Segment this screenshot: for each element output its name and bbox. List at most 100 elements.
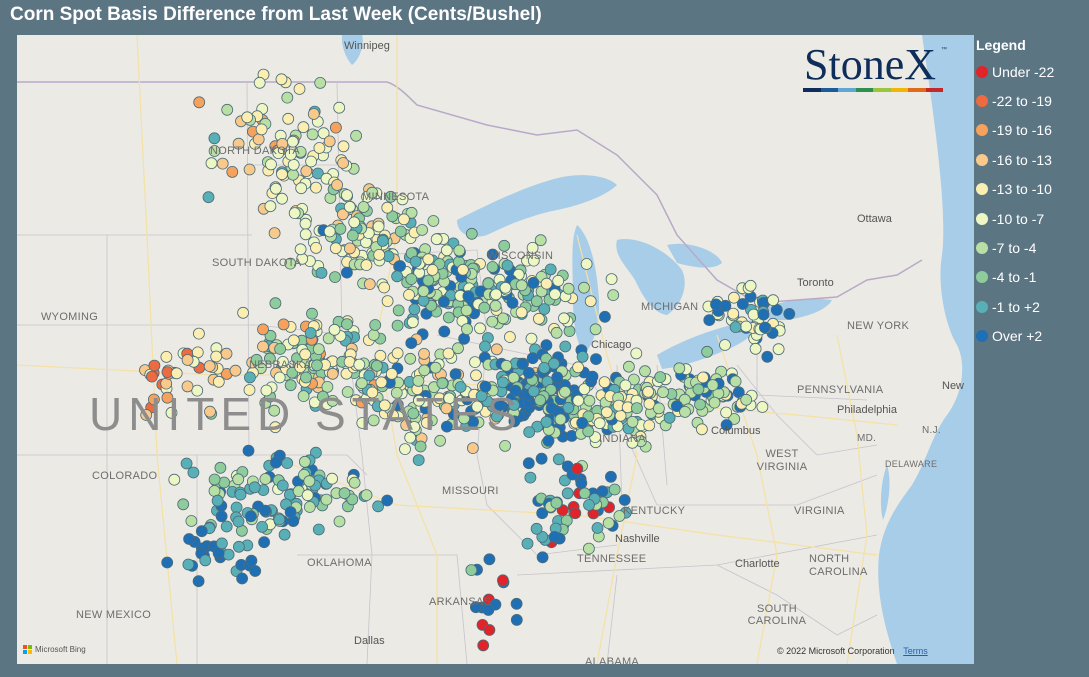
map-data-point[interactable] xyxy=(245,554,258,567)
map-data-point[interactable] xyxy=(465,564,478,576)
map-data-point[interactable] xyxy=(274,343,287,355)
map-data-point[interactable] xyxy=(639,365,651,378)
map-data-point[interactable] xyxy=(232,473,245,486)
map-data-point[interactable] xyxy=(234,488,247,501)
map-data-point[interactable] xyxy=(259,504,272,517)
map-data-point[interactable] xyxy=(333,515,346,528)
map-data-point[interactable] xyxy=(438,325,451,338)
map-data-point[interactable] xyxy=(767,294,779,307)
map-data-point[interactable] xyxy=(215,537,228,550)
map-data-point[interactable] xyxy=(460,304,473,317)
map-data-point[interactable] xyxy=(391,270,404,283)
map-data-point[interactable] xyxy=(701,345,713,358)
map-data-point[interactable] xyxy=(210,350,223,363)
map-data-point[interactable] xyxy=(576,416,589,429)
map-data-point[interactable] xyxy=(212,547,225,560)
map-data-point[interactable] xyxy=(458,332,471,345)
map-data-point[interactable] xyxy=(331,179,344,191)
map-data-point[interactable] xyxy=(535,452,548,465)
map-data-point[interactable] xyxy=(692,383,705,396)
map-data-point[interactable] xyxy=(418,364,431,377)
map-data-point[interactable] xyxy=(310,241,322,254)
map-data-point[interactable] xyxy=(276,168,288,181)
map-data-point[interactable] xyxy=(483,553,496,566)
map-data-point[interactable] xyxy=(586,370,599,383)
map-data-point[interactable] xyxy=(527,276,540,289)
map-data-point[interactable] xyxy=(499,439,512,452)
map-data-point[interactable] xyxy=(328,323,341,336)
map-data-point[interactable] xyxy=(148,359,161,372)
map-data-point[interactable] xyxy=(510,614,523,626)
map-data-point[interactable] xyxy=(265,158,277,171)
map-data-point[interactable] xyxy=(270,456,282,469)
map-data-point[interactable] xyxy=(256,520,269,533)
map-data-point[interactable] xyxy=(626,415,639,428)
map-data-point[interactable] xyxy=(572,394,585,407)
map-data-point[interactable] xyxy=(490,343,503,356)
map-data-point[interactable] xyxy=(414,440,427,453)
map-data-point[interactable] xyxy=(696,423,708,436)
map-data-point[interactable] xyxy=(490,288,502,301)
legend-item[interactable]: -19 to -16 xyxy=(976,116,1086,145)
map-data-point[interactable] xyxy=(416,224,429,236)
map-data-point[interactable] xyxy=(161,556,174,569)
map-data-point[interactable] xyxy=(483,624,496,636)
map-data-point[interactable] xyxy=(761,350,774,363)
map-data-point[interactable] xyxy=(381,494,394,507)
map-data-point[interactable] xyxy=(205,157,218,170)
map-data-point[interactable] xyxy=(323,135,336,148)
map-data-point[interactable] xyxy=(329,271,341,284)
map-data-point[interactable] xyxy=(530,295,543,308)
map-data-point[interactable] xyxy=(180,457,193,470)
map-data-point[interactable] xyxy=(333,101,346,114)
map-data-point[interactable] xyxy=(575,477,588,490)
map-data-point[interactable] xyxy=(583,394,596,407)
map-data-point[interactable] xyxy=(607,289,620,302)
legend-item[interactable]: -7 to -4 xyxy=(976,233,1086,262)
map-data-point[interactable] xyxy=(694,398,706,411)
map-data-point[interactable] xyxy=(522,457,535,470)
map-data-point[interactable] xyxy=(320,493,333,506)
map-data-point[interactable] xyxy=(208,473,221,486)
map-data-point[interactable] xyxy=(580,258,593,270)
map-data-point[interactable] xyxy=(259,473,272,485)
map-data-point[interactable] xyxy=(469,356,481,369)
map-data-point[interactable] xyxy=(623,360,635,373)
map-data-point[interactable] xyxy=(631,402,643,415)
map-data-point[interactable] xyxy=(654,371,667,384)
map-data-point[interactable] xyxy=(703,314,716,327)
map-data-point[interactable] xyxy=(348,476,361,489)
map-data-point[interactable] xyxy=(343,355,356,368)
map-data-point[interactable] xyxy=(540,416,553,428)
map-data-point[interactable] xyxy=(417,285,430,298)
map-data-point[interactable] xyxy=(522,366,535,379)
map-data-point[interactable] xyxy=(293,83,306,95)
map-data-point[interactable] xyxy=(253,76,266,89)
map-data-point[interactable] xyxy=(542,434,555,447)
map-data-point[interactable] xyxy=(212,375,225,388)
map-data-point[interactable] xyxy=(241,111,254,124)
map-data-point[interactable] xyxy=(515,279,528,292)
map-data-point[interactable] xyxy=(269,297,282,310)
map-data-point[interactable] xyxy=(679,405,691,418)
map-data-point[interactable] xyxy=(341,318,353,331)
map-data-point[interactable] xyxy=(394,260,407,272)
map-data-point[interactable] xyxy=(312,523,325,536)
map-data-point[interactable] xyxy=(236,572,249,585)
map-data-point[interactable] xyxy=(242,444,255,457)
map-data-point[interactable] xyxy=(211,494,224,507)
map-data-point[interactable] xyxy=(618,494,631,506)
map-data-point[interactable] xyxy=(394,225,407,238)
map-data-point[interactable] xyxy=(719,339,731,351)
map-data-point[interactable] xyxy=(489,299,502,312)
map-data-point[interactable] xyxy=(273,371,286,384)
map-data-point[interactable] xyxy=(533,312,545,325)
map-data-point[interactable] xyxy=(440,244,453,257)
map-data-point[interactable] xyxy=(287,334,300,347)
map-data-point[interactable] xyxy=(663,411,676,424)
map-data-point[interactable] xyxy=(269,182,282,195)
map-data-point[interactable] xyxy=(589,323,602,336)
map-data-point[interactable] xyxy=(399,443,411,456)
map-data-point[interactable] xyxy=(552,453,565,466)
map-data-point[interactable] xyxy=(313,142,326,154)
